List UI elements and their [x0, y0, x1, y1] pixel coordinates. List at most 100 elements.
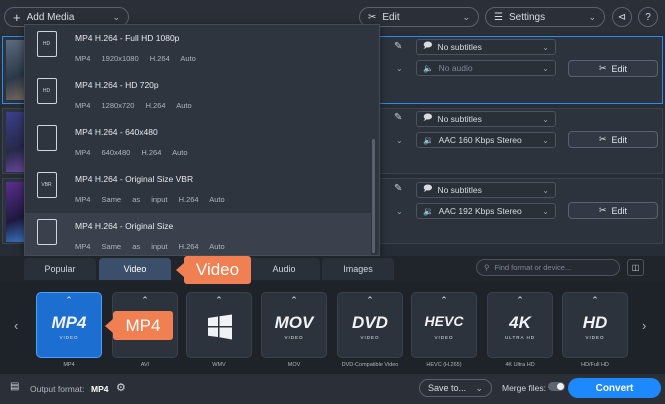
chevron-down-icon: ⌄ [475, 382, 483, 393]
format-logo-sub: VIDEO [284, 335, 304, 340]
format-logo: HEVC [424, 313, 464, 329]
format-label: HEVC (H.265) [426, 362, 462, 368]
preset-item[interactable]: HD MP4 H.264 - Full HD 1080p MP4 1920x10… [25, 25, 371, 72]
format-label: WMV [212, 362, 226, 368]
chevron-down-icon[interactable]: ⌄ [396, 64, 403, 73]
chevron-up-icon: ⌃ [141, 295, 149, 305]
format-label: AVI [140, 362, 150, 368]
format-tile-4k[interactable]: ⌃ 4K ULTRA HD [487, 292, 553, 358]
tab-images[interactable]: Images [322, 258, 394, 280]
subtitle-edit-pen-icon[interactable]: ✎ [394, 41, 402, 52]
callout-mp4-text: MP4 [125, 315, 161, 335]
format-tile-mp4[interactable]: ⌃ MP4 VIDEO [36, 292, 102, 358]
format-logo: MP4 [51, 313, 87, 332]
chevron-down-icon: ⌄ [112, 11, 120, 22]
file-vbr-icon: VBR [37, 172, 57, 198]
format-label: HD/Full HD [581, 362, 609, 368]
plus-icon: + [13, 9, 21, 25]
edit-file-button[interactable]: ✂ Edit [568, 202, 658, 219]
help-button[interactable]: ? [638, 7, 658, 27]
edit-file-label: Edit [611, 134, 628, 145]
merge-files-label: Merge files: [502, 383, 546, 393]
tab-popular[interactable]: Popular [24, 258, 96, 280]
chevron-right-icon[interactable]: › [642, 318, 646, 333]
edit-file-label: Edit [611, 63, 628, 74]
add-media-label: Add Media [26, 11, 75, 23]
preset-item[interactable]: MP4 H.264 - 640x480 MP4 640x480 H.264 Au… [25, 119, 371, 166]
convert-button[interactable]: Convert [568, 378, 661, 398]
output-format-label: Output format: [30, 384, 85, 394]
preset-item-highlighted[interactable]: MP4 H.264 - Original Size MP4 Same as in… [25, 213, 371, 255]
share-icon: ⊲ [617, 11, 627, 23]
speech-bubble-icon: 🗩 [423, 183, 433, 193]
subtitles-select[interactable]: 🗩 No subtitles ⌄ [416, 39, 556, 55]
preset-title: MP4 H.264 - Original Size [75, 221, 174, 231]
merge-files-toggle[interactable] [548, 382, 565, 391]
chevron-left-icon[interactable]: ‹ [14, 318, 18, 333]
chevron-up-icon: ⌃ [591, 295, 599, 305]
format-search-input[interactable]: ⚲ Find format or device... [476, 259, 620, 276]
preset-item[interactable]: VBR MP4 H.264 - Original Size VBR MP4 Sa… [25, 166, 371, 213]
chevron-down-icon[interactable]: ⌄ [396, 207, 403, 216]
tab-audio[interactable]: Audio [248, 258, 320, 280]
audio-select[interactable]: 🔉 AAC 160 Kbps Stereo ⌄ [416, 132, 556, 148]
chevron-down-icon[interactable]: ⌄ [396, 136, 403, 145]
edit-file-label: Edit [611, 205, 628, 216]
format-logo-sub: ULTRA HD [505, 335, 535, 340]
audio-select[interactable]: 🔈 No audio ⌄ [416, 60, 556, 76]
format-tile-hevc[interactable]: ⌃ HEVC VIDEO [411, 292, 477, 358]
device-detect-button[interactable]: ◫ [627, 259, 644, 276]
format-logo-sub: VIDEO [360, 335, 380, 340]
settings-sliders-icon: ☰ [494, 11, 503, 23]
chevron-up-icon: ⌃ [65, 295, 73, 305]
format-label: MOV [287, 362, 301, 368]
format-logo: DVD [352, 313, 388, 332]
tab-video[interactable]: Video [99, 258, 171, 280]
scissors-icon: ✂ [598, 63, 607, 73]
format-logo-sub: VIDEO [434, 335, 454, 340]
gear-icon[interactable]: ⚙ [116, 381, 126, 394]
format-tile-wmv[interactable]: ⌃ [186, 292, 252, 358]
share-button[interactable]: ⊲ [612, 7, 632, 27]
search-icon: ⚲ [484, 263, 490, 272]
tab-video-label: Video [123, 264, 147, 274]
subtitles-value: No subtitles [437, 185, 482, 195]
chevron-down-icon: ⌄ [542, 63, 549, 73]
preset-item[interactable]: HD MP4 H.264 - HD 720p MP4 1280x720 H.26… [25, 72, 371, 119]
format-label: DVD-Compatible Video [341, 362, 399, 368]
edit-toolbar-label: Edit [382, 11, 400, 23]
file-hd-icon: HD [37, 31, 57, 57]
dropdown-scrollbar[interactable] [372, 139, 375, 253]
preset-title: MP4 H.264 - Original Size VBR [75, 174, 194, 184]
preset-specs: MP4 Same as input H.264 Auto [75, 242, 225, 251]
preset-specs: MP4 640x480 H.264 Auto [75, 148, 188, 157]
preset-specs: MP4 1920x1080 H.264 Auto [75, 54, 196, 63]
audio-select[interactable]: 🔉 AAC 192 Kbps Stereo ⌄ [416, 203, 556, 219]
save-to-button[interactable]: Save to... ⌄ [419, 379, 492, 397]
convert-label: Convert [595, 382, 634, 394]
format-logo: MOV [274, 313, 314, 332]
subtitle-edit-pen-icon[interactable]: ✎ [394, 112, 402, 123]
windows-logo-icon [208, 314, 232, 340]
settings-button[interactable]: ☰ Settings ⌄ [485, 7, 605, 27]
format-tile-dvd[interactable]: ⌃ DVD VIDEO [337, 292, 403, 358]
tab-audio-label: Audio [272, 264, 296, 274]
format-tile-hd[interactable]: ⌃ HD VIDEO [562, 292, 628, 358]
settings-label: Settings [508, 11, 546, 23]
edit-file-button[interactable]: ✂ Edit [568, 60, 658, 77]
tab-images-label: Images [343, 264, 373, 274]
chevron-down-icon: ⌄ [462, 11, 470, 22]
preset-specs: MP4 Same as input H.264 Auto [75, 195, 225, 204]
format-tile-mov[interactable]: ⌃ MOV VIDEO [261, 292, 327, 358]
subtitle-edit-pen-icon[interactable]: ✎ [394, 183, 402, 194]
file-video-icon [37, 219, 57, 245]
format-logo: HD [582, 313, 608, 332]
chevron-down-icon: ⌄ [542, 42, 549, 52]
subtitles-select[interactable]: 🗩 No subtitles ⌄ [416, 111, 556, 127]
format-logo: 4K [509, 313, 531, 332]
file-video-icon [37, 125, 57, 151]
edit-file-button[interactable]: ✂ Edit [568, 131, 658, 148]
subtitles-select[interactable]: 🗩 No subtitles ⌄ [416, 182, 556, 198]
chevron-down-icon: ⌄ [542, 135, 549, 145]
speaker-muted-icon: 🔈 [423, 62, 434, 73]
